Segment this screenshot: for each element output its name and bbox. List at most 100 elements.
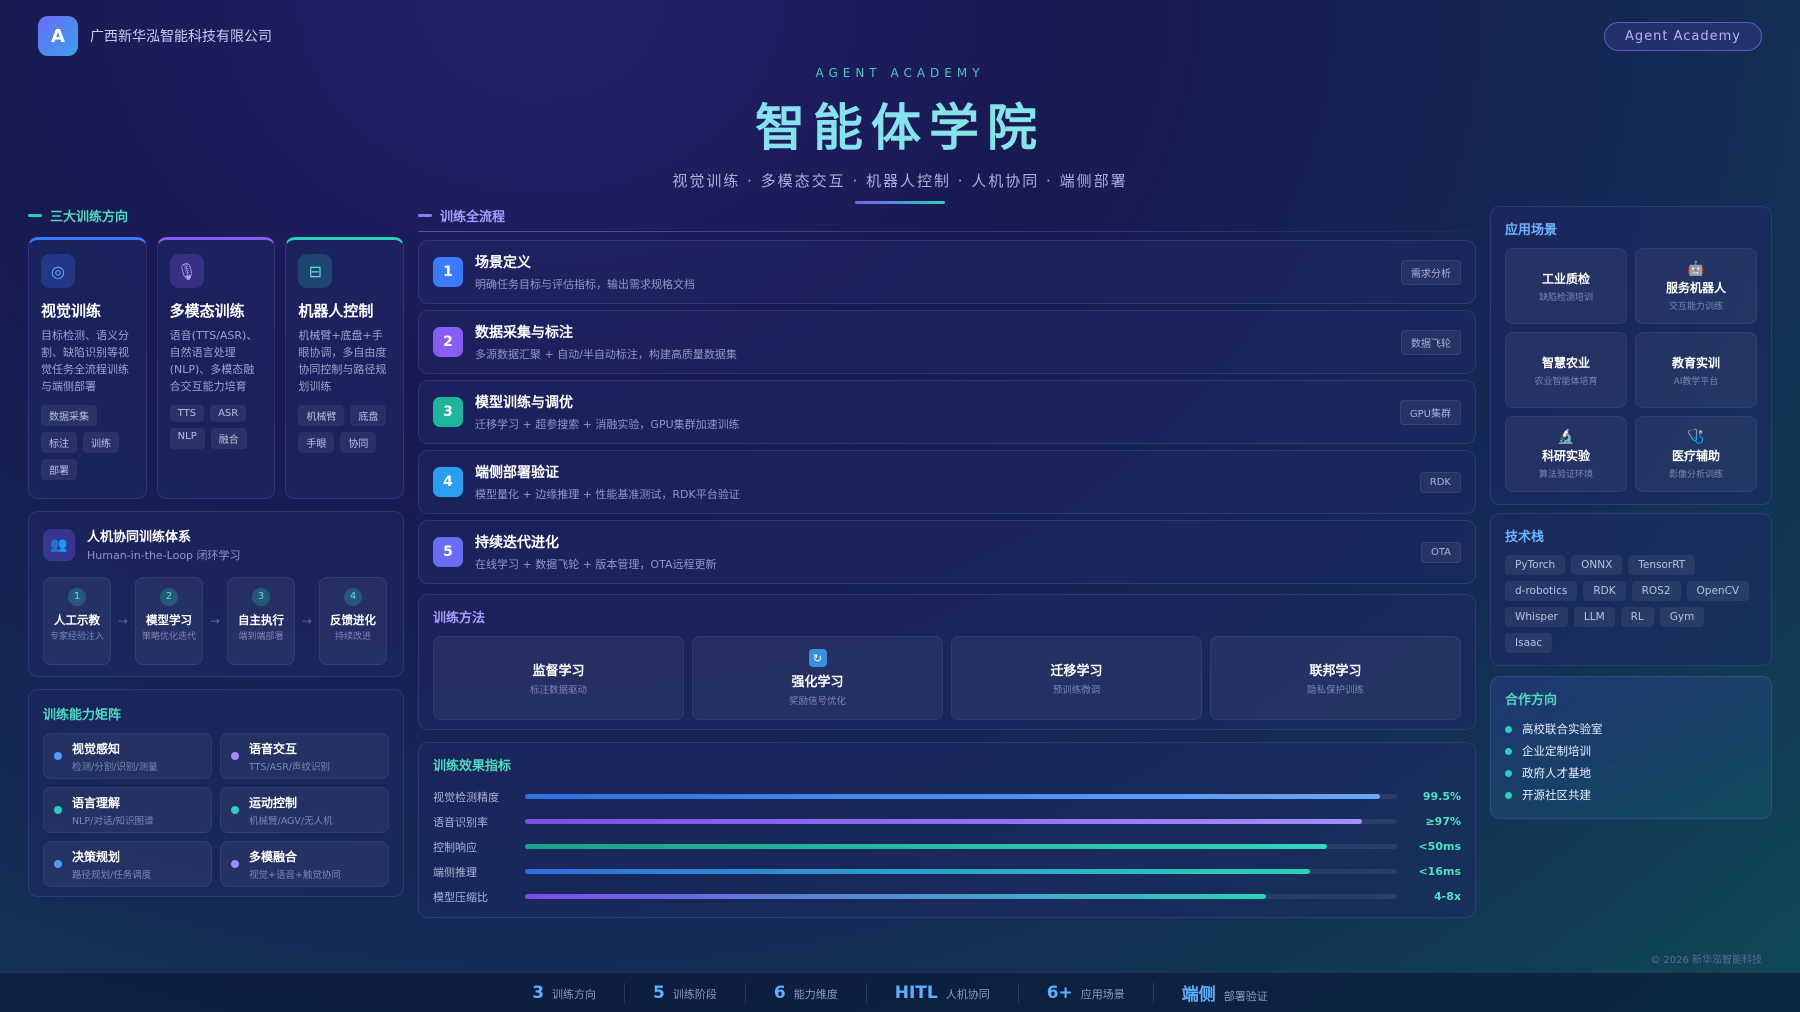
stat-label: 人机协同	[945, 987, 990, 1001]
chip: 协同	[340, 432, 377, 453]
step-desc: 策略优化迭代	[141, 632, 196, 642]
refresh-icon: ↻	[808, 649, 827, 667]
scene-desc: 缺陷检测培训	[1538, 292, 1593, 303]
tech-chip[interactable]: TensorRT	[1628, 555, 1696, 575]
flow-step-number: 4	[433, 467, 463, 497]
flow-step[interactable]: 3 模型训练与调优 迁移学习 + 超参搜索 + 消融实验，GPU集群加速训练 GP…	[418, 380, 1476, 444]
hitl-steps: 1 人工示教 专家经验注入 → 2 模型学习 策略优化迭代 → 3 自主执行 端…	[43, 577, 389, 665]
partner-item[interactable]: 高校联合实验室	[1505, 718, 1757, 740]
hero-divider	[855, 201, 945, 204]
scene-card[interactable]: 工业质检 缺陷检测培训	[1505, 248, 1627, 324]
bullet-dot	[1505, 791, 1512, 799]
target-icon: ◎	[41, 254, 75, 288]
scene-card[interactable]: 🔬 科研实验 算法验证环境	[1505, 416, 1627, 492]
step-desc: 持续改进	[334, 632, 371, 642]
direction-card-multimodal[interactable]: 🎙 多模态训练 语音(TTS/ASR)、自然语言处理(NLP)、多模态融合交互能…	[156, 237, 276, 499]
progress-track	[525, 819, 1397, 824]
tech-chip[interactable]: ROS2	[1631, 581, 1681, 601]
matrix-item-desc: 路径规划/任务调度	[72, 869, 152, 881]
chip: 数据采集	[41, 405, 97, 426]
metric-row: 语音识别率 ≥97%	[433, 809, 1461, 834]
step-number: 3	[252, 588, 270, 606]
matrix-grid: 视觉感知 检测/分割/识别/测量 语音交互 TTS/ASR/声纹识别 语言理解 NLP…	[43, 733, 389, 887]
scene-name: 智慧农业	[1541, 355, 1590, 370]
flow-step[interactable]: 4 端侧部署验证 模型量化 + 边缘推理 + 性能基准测试，RDK平台验证 RDK	[418, 450, 1476, 514]
method-desc: 预训练微调	[1052, 685, 1101, 696]
method-desc: 隐私保护训练	[1306, 685, 1364, 696]
metrics-title: 训练效果指标	[433, 759, 512, 774]
tech-chip[interactable]: PyTorch	[1505, 555, 1566, 575]
chip: NLP	[169, 428, 205, 449]
direction-desc: 语音(TTS/ASR)、自然语言处理(NLP)、多模态融合交互能力培育	[169, 329, 258, 393]
step-title: 模型学习	[146, 613, 192, 627]
direction-card-robot[interactable]: ⊟ 机器人控制 机械臂+底盘+手眼协调，多自由度协同控制与路径规划训练 机械臂 …	[285, 237, 405, 499]
partner-item[interactable]: 政府人才基地	[1505, 762, 1757, 784]
matrix-item[interactable]: 多模融合 视觉+语音+触觉协同	[220, 841, 389, 887]
progress-track	[525, 844, 1397, 849]
right-column: 应用场景 工业质检 缺陷检测培训 🤖 服务机器人 交互能力训练 智慧农业 农业智…	[1490, 206, 1772, 819]
direction-card-vision[interactable]: ◎ 视觉训练 目标检测、语义分割、缺陷识别等视觉任务全流程训练与端侧部署 数据采…	[28, 237, 147, 499]
microphone-icon: 🎙	[169, 254, 204, 288]
stat-number: 5	[653, 982, 665, 1003]
flow-step-desc: 迁移学习 + 超参搜索 + 消融实验，GPU集群加速训练	[475, 418, 740, 431]
flow-step-title: 持续迭代进化	[475, 535, 559, 551]
matrix-item[interactable]: 视觉感知 检测/分割/识别/测量	[43, 733, 212, 779]
robot-icon: 🤖	[1687, 260, 1705, 277]
method-card[interactable]: 联邦学习 隐私保护训练	[1210, 636, 1461, 720]
matrix-item-desc: NLP/对话/知识图谱	[72, 815, 154, 827]
method-card[interactable]: 迁移学习 预训练微调	[951, 636, 1202, 720]
method-card[interactable]: 监督学习 标注数据驱动	[433, 636, 684, 720]
flow-step-number: 3	[433, 397, 463, 427]
tech-chip[interactable]: d-robotics	[1505, 581, 1578, 601]
stat-number: 6+	[1046, 982, 1073, 1003]
tech-chip[interactable]: Gym	[1659, 607, 1705, 627]
agent-academy-badge[interactable]: Agent Academy	[1604, 22, 1762, 51]
method-desc: 标注数据驱动	[529, 685, 587, 696]
metric-row: 视觉检测精度 99.5%	[433, 784, 1461, 809]
hitl-step[interactable]: 4 反馈进化 持续改进	[319, 577, 387, 665]
tech-chip[interactable]: RDK	[1583, 581, 1626, 601]
hitl-step[interactable]: 3 自主执行 端到端部署	[227, 577, 295, 665]
matrix-item[interactable]: 决策规划 路径规划/任务调度	[43, 841, 212, 887]
chip: TTS	[169, 405, 205, 422]
tech-chip[interactable]: Isaac	[1505, 633, 1553, 653]
method-card[interactable]: ↻ 强化学习 奖励信号优化	[692, 636, 943, 720]
metric-row: 控制响应 <50ms	[433, 834, 1461, 859]
tech-chip[interactable]: OpenCV	[1686, 581, 1750, 601]
tech-chip[interactable]: RL	[1620, 607, 1654, 627]
brand-logo[interactable]: A	[38, 16, 78, 56]
tech-chip[interactable]: LLM	[1573, 607, 1615, 627]
matrix-item-name: 语言理解	[72, 795, 121, 810]
hitl-step[interactable]: 1 人工示教 专家经验注入	[43, 577, 111, 665]
partner-panel: 合作方向 高校联合实验室 企业定制培训 政府人才基地 开源社区共建	[1490, 676, 1772, 819]
scene-card[interactable]: 🩺 医疗辅助 影像分析训练	[1635, 416, 1757, 492]
section-bar	[418, 214, 432, 217]
tech-chip[interactable]: ONNX	[1571, 555, 1623, 575]
scene-card[interactable]: 智慧农业 农业智能体培育	[1505, 332, 1627, 408]
scene-card[interactable]: 教育实训 AI教学平台	[1635, 332, 1757, 408]
arrow-right-icon: →	[117, 614, 129, 628]
flow-step[interactable]: 5 持续迭代进化 在线学习 + 数据飞轮 + 版本管理，OTA远程更新 OTA	[418, 520, 1476, 584]
metric-label: 视觉检测精度	[433, 790, 499, 804]
tech-chip[interactable]: Whisper	[1505, 607, 1568, 627]
matrix-item[interactable]: 语音交互 TTS/ASR/声纹识别	[220, 733, 389, 779]
partner-item[interactable]: 企业定制培训	[1505, 740, 1757, 762]
chip: 手眼	[298, 432, 335, 453]
hitl-step[interactable]: 2 模型学习 策略优化迭代	[135, 577, 203, 665]
scene-card[interactable]: 🤖 服务机器人 交互能力训练	[1635, 248, 1757, 324]
matrix-title: 训练能力矩阵	[43, 708, 122, 723]
partner-item[interactable]: 开源社区共建	[1505, 784, 1757, 806]
matrix-item-desc: TTS/ASR/声纹识别	[249, 761, 331, 773]
matrix-item[interactable]: 语言理解 NLP/对话/知识图谱	[43, 787, 212, 833]
section-divider	[418, 231, 1476, 232]
flow-step-title: 场景定义	[475, 255, 531, 271]
flow-step[interactable]: 1 场景定义 明确任务目标与评估指标，输出需求规格文档 需求分析	[418, 240, 1476, 304]
progress-fill	[525, 869, 1310, 874]
matrix-item[interactable]: 运动控制 机械臂/AGV/无人机	[220, 787, 389, 833]
scene-name: 科研实验	[1541, 448, 1590, 463]
hero-kicker: AGENT ACADEMY	[815, 66, 985, 80]
flow-step[interactable]: 2 数据采集与标注 多源数据汇聚 + 自动/半自动标注，构建高质量数据集 数据飞轮	[418, 310, 1476, 374]
metric-row: 端侧推理 <16ms	[433, 859, 1461, 884]
flow-step-desc: 模型量化 + 边缘推理 + 性能基准测试，RDK平台验证	[475, 488, 740, 501]
direction-chips: TTS ASR NLP 融合	[169, 405, 263, 449]
